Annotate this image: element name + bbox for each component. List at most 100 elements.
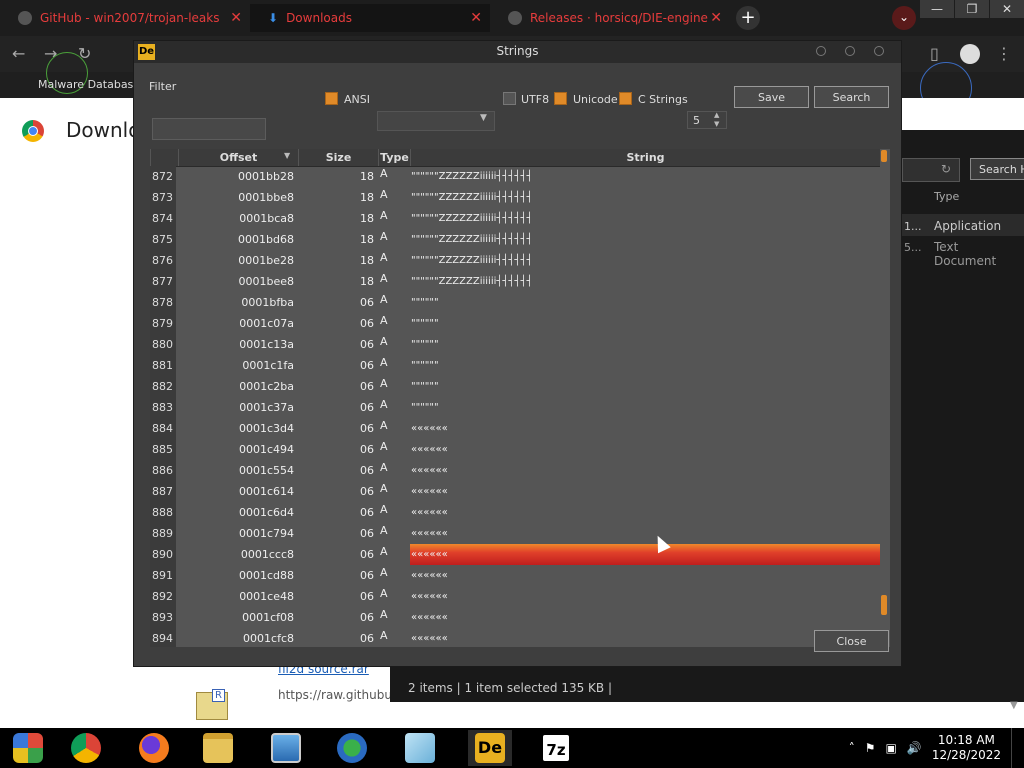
filter-input[interactable] <box>152 118 266 140</box>
taskbar-app-windows-start[interactable] <box>6 730 50 766</box>
table-row[interactable]: 889 0001c794 06 A «««««« <box>150 523 880 544</box>
dialog-title-bar[interactable]: De Strings <box>134 41 901 63</box>
table-row[interactable]: 887 0001c614 06 A «««««« <box>150 481 880 502</box>
scroll-down-arrow-icon[interactable]: ▼ <box>1010 700 1024 730</box>
taskbar-app-firefox[interactable] <box>132 730 176 766</box>
search-button[interactable]: Search <box>814 86 889 108</box>
table-row[interactable]: 876 0001be28 18 A """"""ZZZZZZiiiiii┤┤┤┤┤┤ <box>150 250 880 271</box>
table-row[interactable]: 881 0001c1fa 06 A """""" <box>150 355 880 376</box>
table-row[interactable]: 878 0001bfba 06 A """""" <box>150 292 880 313</box>
taskbar-app-network-tool[interactable] <box>330 730 374 766</box>
row-type: A <box>380 608 388 621</box>
scroll-up-arrow-icon[interactable] <box>881 150 887 162</box>
row-offset: 0001be28 <box>238 254 294 267</box>
vertical-scrollbar[interactable] <box>880 149 890 647</box>
table-row[interactable]: 892 0001ce48 06 A «««««« <box>150 586 880 607</box>
minimize-dot-button[interactable] <box>816 46 826 56</box>
show-hidden-icons-icon[interactable]: ˄ <box>849 741 855 755</box>
table-row[interactable]: 879 0001c07a 06 A """""" <box>150 313 880 334</box>
column-header-size[interactable]: Size <box>298 149 378 166</box>
row-string: «««««« <box>411 486 448 497</box>
table-row[interactable]: 891 0001cd88 06 A «««««« <box>150 565 880 586</box>
table-row[interactable]: 886 0001c554 06 A «««««« <box>150 460 880 481</box>
table-row[interactable]: 873 0001bbe8 18 A """"""ZZZZZZiiiiii┤┤┤┤┤┤ <box>150 187 880 208</box>
browser-tab-strip: GitHub - win2007/trojan-leaks ✕ ⬇ Downlo… <box>0 0 1024 36</box>
tab-releases[interactable]: Releases · horsicq/DIE-engine ✕ <box>490 4 730 32</box>
table-row[interactable]: 890 0001ccc8 06 A «««««« <box>150 544 880 565</box>
table-row[interactable]: 880 0001c13a 06 A """""" <box>150 334 880 355</box>
file-row-type[interactable]: Text Document <box>934 240 1024 268</box>
back-icon[interactable]: ← <box>12 44 25 63</box>
close-window-button[interactable]: ✕ <box>990 0 1024 18</box>
profile-avatar[interactable] <box>960 44 980 64</box>
cstrings-checkbox[interactable] <box>619 92 632 105</box>
ansi-checkbox[interactable] <box>325 92 338 105</box>
column-header-type[interactable]: Type <box>378 149 410 166</box>
table-row[interactable]: 883 0001c37a 06 A """""" <box>150 397 880 418</box>
utf8-checkbox[interactable] <box>503 92 516 105</box>
menu-icon[interactable]: ⋮ <box>996 44 1012 63</box>
table-row[interactable]: 894 0001cfc8 06 A «««««« <box>150 628 880 647</box>
encoding-select[interactable] <box>377 111 495 131</box>
taskbar-app-detect-it-easy[interactable]: De <box>468 730 512 766</box>
new-tab-button[interactable]: + <box>736 6 760 30</box>
tab-search-button[interactable]: ⌄ <box>892 6 916 30</box>
chevron-down-icon: ▼ <box>480 113 487 123</box>
column-header-offset[interactable]: Offset <box>178 149 298 166</box>
row-type: A <box>380 629 388 642</box>
tab-github[interactable]: GitHub - win2007/trojan-leaks ✕ <box>0 4 250 32</box>
maximize-button[interactable]: ❐ <box>955 0 989 18</box>
taskbar-app-chrome[interactable] <box>64 730 108 766</box>
table-row[interactable]: 872 0001bb28 18 A """"""ZZZZZZiiiiii┤┤┤┤┤┤ <box>150 166 880 187</box>
table-row[interactable]: 874 0001bca8 18 A """"""ZZZZZZiiiiii┤┤┤┤┤┤ <box>150 208 880 229</box>
column-header-string[interactable]: String <box>410 149 880 166</box>
table-row[interactable]: 877 0001bee8 18 A """"""ZZZZZZiiiiii┤┤┤┤┤┤ <box>150 271 880 292</box>
table-row[interactable]: 888 0001c6d4 06 A «««««« <box>150 502 880 523</box>
refresh-icon[interactable]: ↻ <box>934 158 958 180</box>
volume-icon[interactable]: 🔊 <box>907 741 922 755</box>
table-row[interactable]: 884 0001c3d4 06 A «««««« <box>150 418 880 439</box>
table-row[interactable]: 893 0001cf08 06 A «««««« <box>150 607 880 628</box>
taskbar-app-image-viewer[interactable] <box>264 730 308 766</box>
table-row[interactable]: 875 0001bd68 18 A """"""ZZZZZZiiiiii┤┤┤┤┤┤ <box>150 229 880 250</box>
scrollbar-thumb[interactable] <box>881 595 887 615</box>
table-row[interactable]: 882 0001c2ba 06 A """""" <box>150 376 880 397</box>
cstrings-min-length-spinner[interactable]: 5 <box>687 111 727 129</box>
row-string: """""" <box>411 360 439 371</box>
save-button[interactable]: Save <box>734 86 809 108</box>
table-row[interactable]: 885 0001c494 06 A «««««« <box>150 439 880 460</box>
tab-downloads[interactable]: ⬇ Downloads ✕ <box>250 4 490 32</box>
close-icon[interactable]: ✕ <box>230 10 242 26</box>
row-offset: 0001bd68 <box>238 233 294 246</box>
sidebar-icon[interactable]: ▯ <box>930 44 939 63</box>
network-tray-icon[interactable]: ▣ <box>886 741 897 755</box>
close-icon[interactable]: ✕ <box>710 10 722 26</box>
row-index: 891 <box>150 565 176 586</box>
spinner-down-icon[interactable]: ▼ <box>714 120 719 128</box>
spinner-up-icon[interactable]: ▲ <box>714 111 719 119</box>
row-string: """""" <box>411 297 439 308</box>
close-button[interactable]: Close <box>814 630 889 652</box>
row-type: A <box>380 440 388 453</box>
close-icon[interactable]: ✕ <box>470 10 482 26</box>
row-offset: 0001ccc8 <box>240 548 294 561</box>
row-size: 06 <box>360 590 374 603</box>
flag-icon[interactable]: ⚑ <box>865 741 876 755</box>
row-type: A <box>380 167 388 180</box>
minimize-button[interactable]: — <box>920 0 954 18</box>
bookmark-malware-database[interactable]: Malware Database <box>38 78 140 91</box>
row-string: """"""ZZZZZZiiiiii┤┤┤┤┤┤ <box>411 234 533 245</box>
show-desktop-button[interactable] <box>1011 728 1016 768</box>
taskbar-app-notepad[interactable] <box>398 730 442 766</box>
unicode-checkbox[interactable] <box>554 92 567 105</box>
row-type: A <box>380 419 388 432</box>
column-header-index[interactable] <box>150 149 178 166</box>
taskbar-app-file-explorer[interactable] <box>196 730 240 766</box>
close-dot-button[interactable] <box>874 46 884 56</box>
clock[interactable]: 10:18 AM 12/28/2022 <box>932 733 1001 763</box>
taskbar-app-7zip[interactable]: 7z <box>534 730 578 766</box>
column-header-type[interactable]: Type <box>934 190 959 203</box>
maximize-dot-button[interactable] <box>845 46 855 56</box>
row-size: 06 <box>360 296 374 309</box>
explorer-search-button[interactable]: Search H <box>970 158 1024 180</box>
